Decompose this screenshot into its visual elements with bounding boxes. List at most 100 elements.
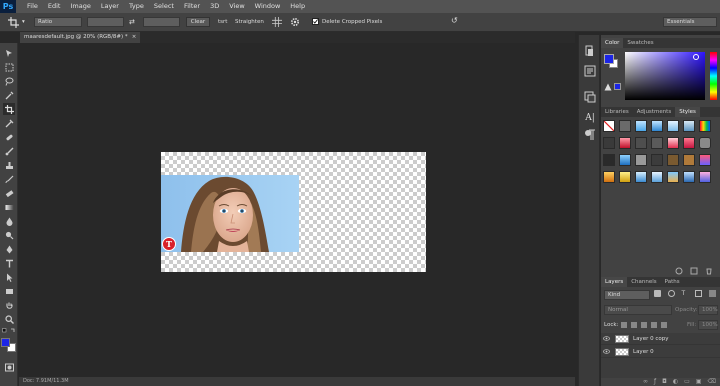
style-swatch[interactable] <box>635 120 647 132</box>
style-swatch[interactable] <box>619 171 631 183</box>
menu-filter[interactable]: Filter <box>179 0 205 13</box>
pixel-filter-icon[interactable] <box>654 290 661 297</box>
style-swatch[interactable] <box>651 137 663 149</box>
tab-paths[interactable]: Paths <box>661 277 684 287</box>
ratio-select[interactable]: Ratio <box>34 17 82 27</box>
style-swatch[interactable] <box>619 120 631 132</box>
shape-filter-icon[interactable] <box>695 290 703 297</box>
new-style-page-icon[interactable] <box>690 267 698 275</box>
layer-style-icon[interactable]: ƒ <box>654 378 656 386</box>
ratio-width-input[interactable] <box>87 17 124 27</box>
path-selection-tool-icon[interactable] <box>3 271 15 283</box>
layer-row[interactable]: Layer 0 <box>601 346 720 358</box>
smart-object-filter-icon[interactable] <box>709 290 716 297</box>
blur-tool-icon[interactable] <box>3 215 15 227</box>
overlay-grid-icon[interactable] <box>272 17 282 27</box>
history-panel-icon[interactable] <box>584 45 596 57</box>
clone-stamp-tool-icon[interactable] <box>3 159 15 171</box>
tab-styles[interactable]: Styles <box>675 107 700 117</box>
opacity-input[interactable]: 100% <box>698 305 718 315</box>
menu-layer[interactable]: Layer <box>96 0 124 13</box>
style-swatch[interactable] <box>683 137 695 149</box>
brush-tool-icon[interactable] <box>3 145 15 157</box>
style-swatch[interactable] <box>603 137 615 149</box>
quick-mask-icon[interactable] <box>3 361 15 373</box>
move-tool-icon[interactable] <box>3 47 15 59</box>
paragraph-panel-icon[interactable] <box>584 129 596 141</box>
menu-type[interactable]: Type <box>124 0 149 13</box>
menu-3d[interactable]: 3D <box>205 0 224 13</box>
style-swatch[interactable] <box>619 154 631 166</box>
eyedropper-tool-icon[interactable] <box>3 117 15 129</box>
blend-mode-select[interactable]: Normal <box>604 305 672 315</box>
clear-button[interactable]: Clear <box>186 17 210 27</box>
crop-tool-icon[interactable] <box>3 103 15 115</box>
style-swatch[interactable] <box>603 171 615 183</box>
color-field[interactable] <box>625 52 705 100</box>
style-swatch[interactable] <box>603 154 615 166</box>
ratio-height-input[interactable] <box>143 17 180 27</box>
style-swatch[interactable] <box>635 171 647 183</box>
gear-icon[interactable] <box>290 17 300 27</box>
workspace-select[interactable]: Essentials <box>663 17 717 27</box>
fill-input[interactable]: 100% <box>698 320 718 330</box>
document-tab[interactable]: maaresdefault.jpg @ 20% (RGB/8#) * × <box>20 32 140 43</box>
type-tool-icon[interactable] <box>3 257 15 269</box>
visibility-eye-icon[interactable] <box>601 346 611 358</box>
hue-slider[interactable] <box>710 52 717 100</box>
hand-tool-icon[interactable] <box>3 299 15 311</box>
default-colors-icon[interactable] <box>2 328 16 334</box>
menu-view[interactable]: View <box>224 0 249 13</box>
style-swatch[interactable] <box>651 171 663 183</box>
style-swatch[interactable] <box>651 120 663 132</box>
type-filter-icon[interactable]: T <box>682 290 689 297</box>
gradient-tool-icon[interactable] <box>3 201 15 213</box>
menu-help[interactable]: Help <box>285 0 310 13</box>
style-swatch[interactable] <box>619 137 631 149</box>
crop-tool-preset-icon[interactable] <box>8 17 20 28</box>
lasso-tool-icon[interactable] <box>3 75 15 87</box>
character-panel-icon[interactable]: A| <box>584 113 596 125</box>
history-brush-tool-icon[interactable] <box>3 173 15 185</box>
lock-all-icon[interactable] <box>661 322 667 328</box>
delete-cropped-checkbox[interactable] <box>312 18 319 25</box>
style-swatch[interactable] <box>635 154 647 166</box>
style-swatch[interactable] <box>683 154 695 166</box>
straighten-button[interactable]: Straighten <box>235 17 264 27</box>
foreground-color-swatch[interactable] <box>1 338 10 347</box>
adjustment-filter-icon[interactable] <box>667 290 675 297</box>
delete-layer-icon[interactable]: ⌫ <box>708 378 716 386</box>
rectangle-tool-icon[interactable] <box>3 285 15 297</box>
zoom-tool-icon[interactable] <box>3 313 15 325</box>
reset-icon[interactable]: ↺ <box>451 16 458 26</box>
tab-libraries[interactable]: Libraries <box>601 107 633 117</box>
pen-tool-icon[interactable] <box>3 243 15 255</box>
lock-artboard-icon[interactable] <box>651 322 657 328</box>
menu-select[interactable]: Select <box>149 0 179 13</box>
menu-window[interactable]: Window <box>250 0 286 13</box>
properties-panel-icon[interactable] <box>584 65 596 77</box>
style-swatch[interactable] <box>699 137 711 149</box>
style-swatch[interactable] <box>667 154 679 166</box>
close-tab-icon[interactable]: × <box>132 34 137 40</box>
lock-position-icon[interactable] <box>641 322 647 328</box>
layer-row[interactable]: Layer 0 copy <box>601 333 720 345</box>
style-swatch[interactable] <box>683 120 695 132</box>
add-mask-icon[interactable]: ◘ <box>662 378 667 386</box>
layer-name[interactable]: Layer 0 <box>633 349 654 355</box>
tab-swatches[interactable]: Swatches <box>623 38 657 48</box>
new-style-icon[interactable] <box>675 267 683 275</box>
style-swatch[interactable] <box>651 154 663 166</box>
menu-file[interactable]: File <box>22 0 43 13</box>
visibility-eye-icon[interactable] <box>601 333 611 345</box>
new-group-icon[interactable]: ▭ <box>684 378 690 386</box>
style-swatch[interactable] <box>699 120 711 132</box>
style-swatch[interactable] <box>667 171 679 183</box>
lock-image-icon[interactable] <box>631 322 637 328</box>
style-swatch[interactable] <box>667 137 679 149</box>
eraser-tool-icon[interactable] <box>3 187 15 199</box>
tab-color[interactable]: Color <box>601 38 624 48</box>
style-swatch[interactable] <box>635 137 647 149</box>
style-swatch[interactable] <box>699 154 711 166</box>
marquee-tool-icon[interactable] <box>3 61 15 73</box>
